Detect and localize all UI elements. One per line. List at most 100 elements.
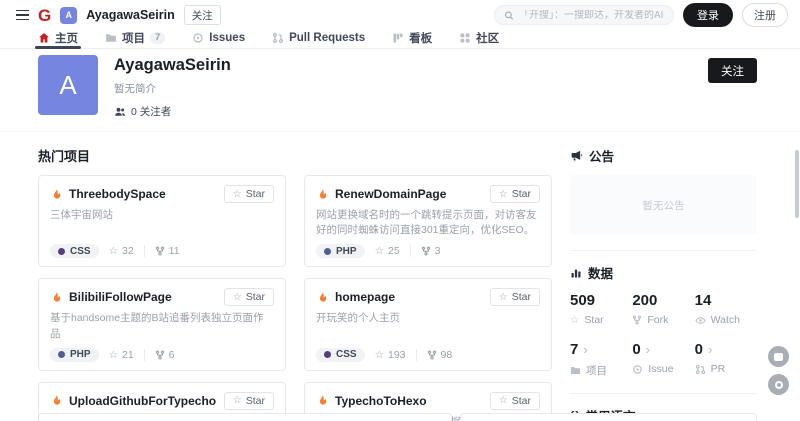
star-button[interactable]: ☆Star bbox=[490, 392, 540, 410]
search-input[interactable] bbox=[519, 10, 664, 21]
star-icon: ☆ bbox=[499, 292, 508, 303]
star-count[interactable]: ☆193 bbox=[375, 349, 406, 361]
topbar-username[interactable]: AyagawaSeirin bbox=[86, 8, 174, 22]
project-description: 基于handsome主题的B站追番列表独立页面作品 bbox=[50, 311, 274, 341]
sidebar-divider bbox=[570, 393, 757, 394]
showcase-card-preview[interactable] bbox=[38, 413, 452, 421]
star-icon: ☆ bbox=[233, 292, 242, 303]
followers-icon bbox=[114, 106, 126, 118]
chevron-right-icon: › bbox=[708, 342, 712, 357]
popular-projects-section: 热门项目 ThreebodySpace ☆Star 三体宇宙网站 CSS ☆32… bbox=[38, 134, 552, 421]
language-dot bbox=[324, 248, 331, 255]
floating-service-button[interactable] bbox=[768, 346, 789, 367]
flame-icon bbox=[50, 291, 63, 304]
star-count[interactable]: ☆21 bbox=[109, 349, 134, 361]
stat-issues[interactable]: 0› Issue bbox=[632, 341, 694, 378]
fork-icon bbox=[427, 350, 437, 360]
fork-count[interactable]: 98 bbox=[416, 349, 453, 361]
pull-request-icon bbox=[272, 32, 284, 44]
star-button[interactable]: ☆Star bbox=[224, 288, 274, 306]
project-name[interactable]: ThreebodySpace bbox=[69, 187, 166, 201]
tab-home[interactable]: 主页 bbox=[38, 32, 78, 48]
stat-projects[interactable]: 7› 项目 bbox=[570, 341, 632, 378]
project-description: 网站更换域名时的一个跳转提示页面，对访客友好的同时蜘蛛访问直接301重定向，优化… bbox=[316, 208, 540, 238]
project-card[interactable]: homepage ☆Star 开玩笑的个人主页 CSS ☆193 98 bbox=[304, 278, 552, 370]
language-dot bbox=[58, 248, 65, 255]
stat-prs[interactable]: 0› PR bbox=[695, 341, 757, 378]
popular-projects-title: 热门项目 bbox=[38, 146, 552, 165]
project-name[interactable]: homepage bbox=[335, 290, 395, 304]
flame-icon bbox=[50, 394, 63, 407]
star-button[interactable]: ☆Star bbox=[490, 288, 540, 306]
profile-tabs: 主页 项目 7 Issues Pull Requests 看板 社区 bbox=[0, 30, 800, 49]
followers-row[interactable]: 0 关注者 bbox=[114, 104, 231, 119]
language-pill: CSS bbox=[316, 348, 365, 362]
tab-board[interactable]: 看板 bbox=[392, 32, 432, 48]
issue-icon bbox=[192, 32, 204, 44]
star-button[interactable]: ☆Star bbox=[490, 185, 540, 203]
star-icon: ☆ bbox=[109, 245, 118, 257]
tab-issues[interactable]: Issues bbox=[192, 32, 245, 48]
tab-projects[interactable]: 项目 7 bbox=[105, 32, 165, 48]
user-avatar-small[interactable]: A bbox=[60, 7, 77, 24]
issue-icon bbox=[632, 364, 643, 375]
search-box[interactable] bbox=[494, 5, 674, 25]
language-pill: CSS bbox=[50, 244, 99, 258]
profile-avatar[interactable]: A bbox=[38, 55, 98, 115]
stat-star: 509 ☆Star bbox=[570, 292, 632, 326]
star-button[interactable]: ☆Star bbox=[224, 185, 274, 203]
project-name[interactable]: RenewDomainPage bbox=[335, 187, 446, 201]
stat-fork: 200 Fork bbox=[632, 292, 694, 326]
megaphone-icon bbox=[570, 149, 583, 162]
star-icon: ☆ bbox=[499, 395, 508, 406]
fork-count[interactable]: 3 bbox=[410, 245, 441, 257]
chevron-right-icon: › bbox=[583, 342, 587, 357]
grid-icon bbox=[459, 32, 471, 44]
sidebar-divider bbox=[570, 250, 757, 251]
showcase-card-preview[interactable] bbox=[460, 413, 757, 421]
language-pill: PHP bbox=[50, 348, 99, 362]
flame-icon bbox=[316, 394, 329, 407]
profile-bio: 暂无简介 bbox=[114, 81, 231, 96]
star-count[interactable]: ☆25 bbox=[375, 245, 400, 257]
fork-icon bbox=[155, 350, 165, 360]
chevron-right-icon: › bbox=[646, 342, 650, 357]
stats-header: 数据 bbox=[570, 263, 757, 282]
project-card[interactable]: BilibiliFollowPage ☆Star 基于handsome主题的B站… bbox=[38, 278, 286, 370]
follow-button[interactable]: 关注 bbox=[708, 58, 757, 83]
flame-icon bbox=[316, 291, 329, 304]
project-card[interactable]: RenewDomainPage ☆Star 网站更换域名时的一个跳转提示页面，对… bbox=[304, 175, 552, 267]
fork-count[interactable]: 11 bbox=[144, 245, 180, 257]
menu-icon[interactable] bbox=[16, 10, 29, 21]
register-button[interactable]: 注册 bbox=[742, 3, 788, 27]
star-button[interactable]: ☆Star bbox=[224, 392, 274, 410]
fork-count[interactable]: 6 bbox=[144, 349, 175, 361]
topbar: G A AyagawaSeirin 关注 登录 注册 bbox=[0, 0, 800, 30]
sidebar: 公告 暂无公告 数据 509 ☆Star 200 Fork bbox=[570, 134, 757, 421]
folder-icon bbox=[105, 32, 117, 44]
project-description: 三体宇宙网站 bbox=[50, 208, 274, 238]
scrollbar-thumb[interactable] bbox=[795, 150, 799, 218]
language-pill: PHP bbox=[316, 244, 365, 258]
kanban-icon bbox=[392, 32, 404, 44]
chat-icon bbox=[774, 353, 783, 361]
project-description: 开玩笑的个人主页 bbox=[316, 311, 540, 341]
login-button[interactable]: 登录 bbox=[683, 3, 733, 27]
project-name[interactable]: BilibiliFollowPage bbox=[69, 290, 172, 304]
stat-watch: 14 Watch bbox=[695, 292, 757, 326]
topbar-right: 登录 注册 bbox=[494, 3, 788, 27]
project-name[interactable]: UploadGithubForTypecho bbox=[69, 394, 216, 408]
pull-request-icon bbox=[695, 364, 706, 375]
tab-pull-requests[interactable]: Pull Requests bbox=[272, 32, 365, 48]
tab-community[interactable]: 社区 bbox=[459, 32, 499, 48]
gitee-logo[interactable]: G bbox=[38, 7, 51, 24]
follow-chip-button[interactable]: 关注 bbox=[184, 5, 221, 25]
gitee-profile-page: G A AyagawaSeirin 关注 登录 注册 主页 项目 7 Issue… bbox=[0, 0, 800, 421]
language-dot bbox=[58, 351, 65, 358]
flame-icon bbox=[316, 188, 329, 201]
project-name[interactable]: TypechoToHexo bbox=[335, 394, 427, 408]
star-icon: ☆ bbox=[570, 314, 579, 326]
star-count[interactable]: ☆32 bbox=[109, 245, 134, 257]
floating-feedback-button[interactable] bbox=[768, 374, 789, 395]
project-card[interactable]: ThreebodySpace ☆Star 三体宇宙网站 CSS ☆32 11 bbox=[38, 175, 286, 267]
